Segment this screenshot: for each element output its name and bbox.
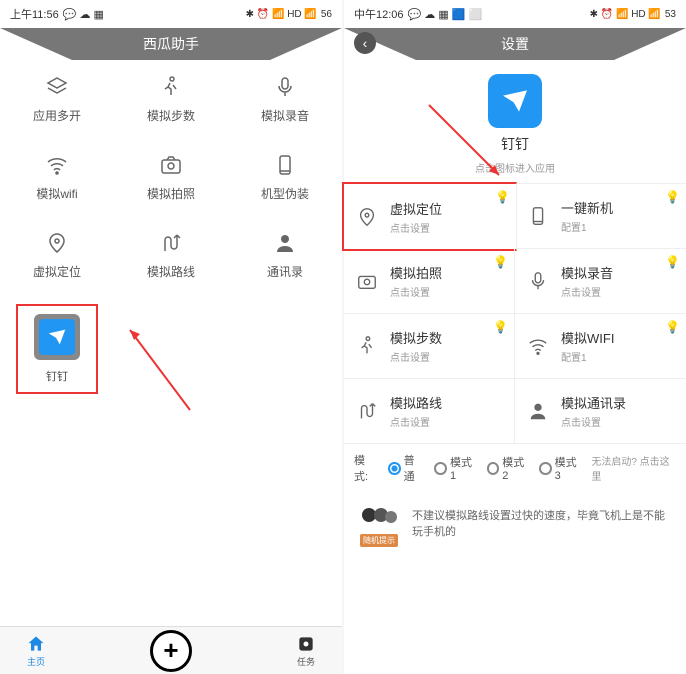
mode-label: 模式: <box>354 452 378 484</box>
grid-item-wifi[interactable]: 模拟wifi <box>0 138 114 216</box>
wifi-icon <box>525 333 551 359</box>
phone-icon <box>525 203 551 229</box>
nav-task[interactable]: 任务 <box>296 634 316 668</box>
status-time: 中午12:06 <box>354 6 404 22</box>
feature-grid: 应用多开 模拟步数 模拟录音 模拟wifi 模拟拍照 机型伪装 虚拟定位 模拟 <box>0 60 342 294</box>
walk-icon <box>354 333 380 359</box>
app-big-icon[interactable] <box>488 74 542 128</box>
settings-grid: 虚拟定位点击设置 💡 一键新机配置1 💡 模拟拍照点击设置 💡 模拟录音点击设置… <box>344 183 686 444</box>
setting-wifi[interactable]: 模拟WIFI配置1 💡 <box>515 314 686 379</box>
bulb-icon: 💡 <box>495 190 510 204</box>
fab-add[interactable]: + <box>150 630 192 672</box>
layers-icon <box>44 74 70 100</box>
annotation-arrow <box>120 320 200 420</box>
mode-row: 模式: 普通 模式1 模式2 模式3 无法启动? 点击这里 <box>344 444 686 492</box>
mode-option-1[interactable]: 模式1 <box>434 454 476 482</box>
bottom-nav: 主页 + 任务 <box>0 626 342 674</box>
phone-icon <box>272 152 298 178</box>
grid-item-record[interactable]: 模拟录音 <box>228 60 342 138</box>
setting-camera[interactable]: 模拟拍照点击设置 💡 <box>344 249 515 314</box>
mode-help[interactable]: 无法启动? 点击这里 <box>591 453 676 483</box>
walk-icon <box>158 74 184 100</box>
status-battery: 53 <box>665 9 676 20</box>
route-icon <box>354 398 380 424</box>
grid-item-location[interactable]: 虚拟定位 <box>0 216 114 294</box>
mic-icon <box>272 74 298 100</box>
mic-icon <box>525 268 551 294</box>
tip-text: 不建议模拟路线设置过快的速度，毕竟飞机上是不能玩手机的 <box>412 508 672 541</box>
status-bar: 上午11:56 💬 ☁ ▦ ✱ ⏰ 📶 HD 📶 56 <box>0 0 342 28</box>
contacts-icon <box>272 230 298 256</box>
grid-item-steps[interactable]: 模拟步数 <box>114 60 228 138</box>
setting-route[interactable]: 模拟路线点击设置 <box>344 379 515 444</box>
setting-steps[interactable]: 模拟步数点击设置 💡 <box>344 314 515 379</box>
header-title: 西瓜助手 <box>143 34 199 54</box>
header-title: 设置 <box>501 34 529 54</box>
mode-option-0[interactable]: 普通 <box>388 452 424 484</box>
location-icon <box>354 204 380 230</box>
setting-location[interactable]: 虚拟定位点击设置 💡 <box>342 182 517 251</box>
status-bar: 中午12:06 💬 ☁ ▦ 🟦 ⬜ ✱ ⏰ 📶 HD 📶 53 <box>344 0 686 28</box>
route-icon <box>158 230 184 256</box>
bulb-icon: 💡 <box>665 255 680 269</box>
camera-icon <box>354 268 380 294</box>
app-name: 钉钉 <box>501 134 529 154</box>
phone-right: 中午12:06 💬 ☁ ▦ 🟦 ⬜ ✱ ⏰ 📶 HD 📶 53 ‹ 设置 钉钉 … <box>344 0 686 674</box>
app-label: 钉钉 <box>46 368 68 384</box>
header: ‹ 设置 <box>344 28 686 60</box>
status-battery: 56 <box>321 9 332 20</box>
grid-item-device[interactable]: 机型伪装 <box>228 138 342 216</box>
bulb-icon: 💡 <box>493 320 508 334</box>
header: 西瓜助手 <box>0 28 342 60</box>
grid-item-route[interactable]: 模拟路线 <box>114 216 228 294</box>
app-header: 钉钉 点击图标进入应用 <box>344 60 686 183</box>
app-sub: 点击图标进入应用 <box>475 160 555 175</box>
back-button[interactable]: ‹ <box>354 32 376 54</box>
contacts-icon <box>525 398 551 424</box>
tip-icon: 随机提示 <box>358 500 400 548</box>
bulb-icon: 💡 <box>665 320 680 334</box>
setting-record[interactable]: 模拟录音点击设置 💡 <box>515 249 686 314</box>
bulb-icon: 💡 <box>665 190 680 204</box>
grid-item-multiapp[interactable]: 应用多开 <box>0 60 114 138</box>
nav-home[interactable]: 主页 <box>26 634 46 668</box>
camera-icon <box>158 152 184 178</box>
mode-option-2[interactable]: 模式2 <box>487 454 529 482</box>
grid-item-camera[interactable]: 模拟拍照 <box>114 138 228 216</box>
tip-row: 随机提示 不建议模拟路线设置过快的速度，毕竟飞机上是不能玩手机的 <box>344 492 686 556</box>
app-dingtalk[interactable]: 钉钉 <box>16 304 98 394</box>
mode-option-3[interactable]: 模式3 <box>539 454 581 482</box>
grid-item-contacts[interactable]: 通讯录 <box>228 216 342 294</box>
setting-contacts[interactable]: 模拟通讯录点击设置 <box>515 379 686 444</box>
setting-newdevice[interactable]: 一键新机配置1 💡 <box>515 184 686 249</box>
wifi-icon <box>44 152 70 178</box>
bulb-icon: 💡 <box>493 255 508 269</box>
status-time: 上午11:56 <box>10 6 59 22</box>
phone-left: 上午11:56 💬 ☁ ▦ ✱ ⏰ 📶 HD 📶 56 西瓜助手 应用多开 模拟… <box>0 0 342 674</box>
location-icon <box>44 230 70 256</box>
app-icon <box>34 314 80 360</box>
